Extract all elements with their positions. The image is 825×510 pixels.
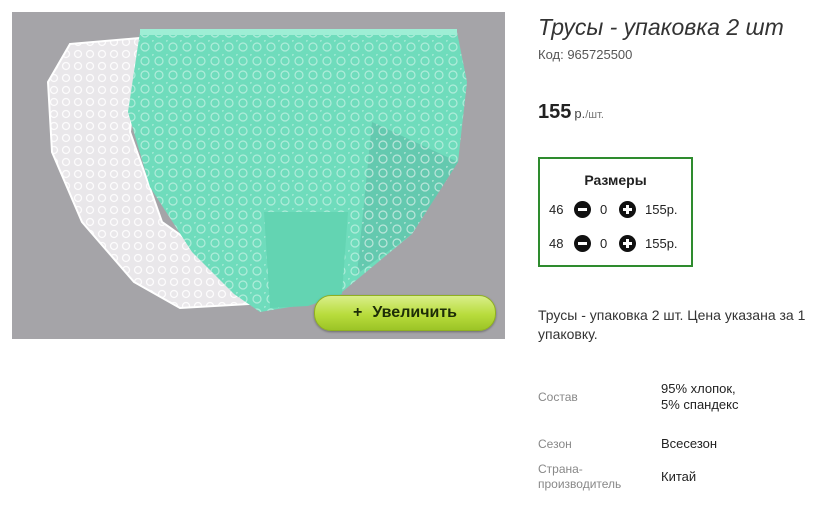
zoom-button-label: Увеличить [372,304,457,321]
size-label: 46 [549,202,564,217]
zoom-button[interactable]: + Увеличить [314,295,496,331]
quantity-value: 0 [600,236,608,251]
product-description: Трусы - упаковка 2 шт. Цена указана за 1… [538,307,806,342]
property-value: Всесезон [661,436,718,451]
property-row: Сезон Всесезон [538,429,741,459]
price-value: 155 [538,101,572,123]
property-row: Страна-производитель Китай [538,459,741,495]
product-title: Трусы - упаковка 2 шт [538,14,784,40]
minus-icon[interactable] [574,201,591,218]
size-price: 155р. [645,236,678,251]
product-photo[interactable]: + Увеличить [12,12,505,339]
property-value: 95% хлопок, 5% спандекс [661,381,739,412]
property-label: Состав [538,389,578,404]
plus-icon[interactable] [619,201,636,218]
minus-icon[interactable] [574,235,591,252]
property-row: Состав 95% хлопок, 5% спандекс [538,365,741,429]
property-value: Китай [661,469,697,484]
sizes-title: Размеры [584,172,647,188]
size-row: 46 0 155р. [540,200,691,220]
product-image [46,29,467,312]
price-unit: /шт. [585,109,604,121]
price-currency: р. [574,106,586,121]
plus-icon: + [352,304,363,321]
size-label: 48 [549,236,564,251]
size-row: 48 0 155р. [540,234,691,254]
product-price: 155 р./шт. [538,101,604,124]
size-price: 155р. [645,202,678,217]
property-label: Страна-производитель [538,462,622,491]
plus-icon[interactable] [619,235,636,252]
sizes-panel: Размеры 46 0 155р. 48 0 155р. [538,157,693,267]
product-properties: Состав 95% хлопок, 5% спандекс Сезон Все… [538,365,741,495]
quantity-value: 0 [600,202,608,217]
product-code: Код: 965725500 [538,47,633,62]
property-label: Сезон [538,436,572,451]
